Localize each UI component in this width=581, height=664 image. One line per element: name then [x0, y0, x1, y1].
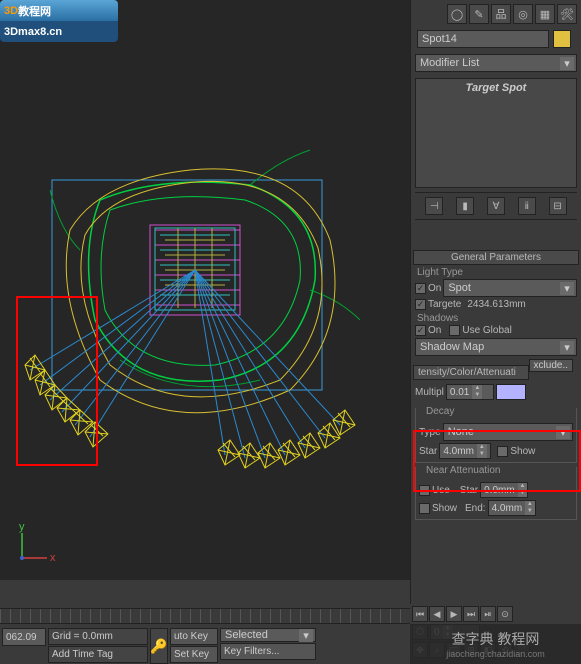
- selection-lock-icon[interactable]: 🔑: [150, 628, 168, 664]
- zoom-icon[interactable]: ⌕: [429, 642, 445, 658]
- multiplier-spinner[interactable]: 0.01▲▼: [446, 384, 494, 400]
- stack-toolbar: ⊣ ▮ ∀ ⅱ ⊟: [415, 192, 577, 220]
- zoom-all-icon[interactable]: ⊞: [463, 642, 479, 658]
- time-config-icon[interactable]: ⏱: [412, 624, 428, 640]
- play-icon[interactable]: ▶: [446, 606, 462, 622]
- orbit-icon[interactable]: ⟲: [497, 642, 513, 658]
- timeline[interactable]: [0, 608, 410, 624]
- light-color-swatch[interactable]: [496, 384, 526, 400]
- prev-frame-icon[interactable]: ◀: [429, 606, 445, 622]
- near-use-checkbox[interactable]: [419, 485, 430, 496]
- shadows-label: Shadows: [411, 311, 581, 324]
- decay-group-title: Decay: [423, 406, 457, 417]
- near-end-spinner[interactable]: 4.0mm▲▼: [488, 500, 536, 516]
- light-type-dropdown[interactable]: Spot: [443, 279, 577, 297]
- stack-item-target-spot[interactable]: Target Spot: [420, 81, 572, 95]
- tab-modify-icon[interactable]: ✎: [469, 4, 489, 24]
- make-unique-icon[interactable]: ∀: [487, 197, 505, 215]
- goto-end-icon[interactable]: ⏯: [480, 606, 496, 622]
- shadows-on-checkbox[interactable]: ✓: [415, 325, 426, 336]
- near-start-label: Star: [460, 485, 478, 496]
- viewport[interactable]: x y: [0, 0, 410, 580]
- watermark-logo: 3D教程网 3Dmax8.cn: [0, 0, 118, 42]
- near-start-spinner[interactable]: 0.0mm▲▼: [480, 482, 528, 498]
- show-end-result-icon[interactable]: ▮: [456, 197, 474, 215]
- decay-type-label: Type: [419, 427, 441, 438]
- highlight-box-viewport: [16, 296, 98, 466]
- targeted-checkbox[interactable]: ✓: [415, 299, 426, 310]
- viewport-drawing: x y: [0, 0, 410, 580]
- remove-modifier-icon[interactable]: ⅱ: [518, 197, 536, 215]
- decay-show-label: Show: [510, 446, 535, 457]
- object-color-swatch[interactable]: [553, 30, 571, 48]
- decay-start-spinner[interactable]: 4.0mm▲▼: [439, 443, 491, 459]
- multiplier-label: Multipl: [415, 387, 444, 398]
- key-selection-dropdown[interactable]: Selected: [220, 628, 316, 642]
- modifier-stack[interactable]: Target Spot: [415, 78, 577, 188]
- near-end-label: End:: [465, 503, 486, 514]
- add-time-tag-button[interactable]: Add Time Tag: [48, 646, 148, 663]
- near-atten-title: Near Attenuation: [423, 465, 504, 476]
- near-use-label: Use: [432, 485, 450, 496]
- near-show-checkbox[interactable]: [419, 503, 430, 514]
- command-panel: ◯ ✎ 品 ◎ ▦ 🛠 Spot14 Modifier List Target …: [410, 0, 581, 664]
- rollout-intensity[interactable]: tensity/Color/Attenuati: [413, 365, 529, 380]
- viewport-nav-controls: ✥ ⌕ ◫ ⊞ ◧ ⟲ ⛶: [410, 642, 581, 660]
- key-mode-icon[interactable]: ⊙: [497, 606, 513, 622]
- pan-icon[interactable]: ✥: [412, 642, 428, 658]
- set-key-button[interactable]: Set Key: [170, 646, 218, 663]
- fov-icon[interactable]: ◧: [480, 642, 496, 658]
- decay-start-label: Star: [419, 446, 437, 457]
- use-global-label: Use Global: [462, 325, 511, 336]
- auto-key-button[interactable]: uto Key: [170, 628, 218, 645]
- frame-field-row: ⏱ 0▲▼: [410, 622, 581, 642]
- grid-readout: Grid = 0.0mm: [48, 628, 148, 645]
- tab-motion-icon[interactable]: ◎: [513, 4, 533, 24]
- object-name-field[interactable]: Spot14: [417, 30, 549, 48]
- svg-text:y: y: [19, 521, 25, 533]
- zoom-extents-icon[interactable]: ◫: [446, 642, 462, 658]
- tab-utilities-icon[interactable]: 🛠: [557, 4, 577, 24]
- next-frame-icon[interactable]: ⏭: [463, 606, 479, 622]
- svg-text:x: x: [50, 552, 56, 564]
- target-distance-value: 2434.613mm: [467, 299, 525, 310]
- tab-create-icon[interactable]: ◯: [447, 4, 467, 24]
- targeted-label: Targete: [428, 299, 461, 310]
- tab-display-icon[interactable]: ▦: [535, 4, 555, 24]
- shadows-on-label: On: [428, 325, 441, 336]
- rollout-general-params[interactable]: General Parameters: [413, 250, 579, 265]
- light-on-checkbox[interactable]: ✓: [415, 283, 426, 294]
- maximize-viewport-icon[interactable]: ⛶: [514, 642, 530, 658]
- tab-hierarchy-icon[interactable]: 品: [491, 4, 511, 24]
- transport-controls: ⏮ ◀ ▶ ⏭ ⏯ ⊙: [410, 604, 581, 624]
- status-bar: 062.09 Grid = 0.0mm Add Time Tag 🔑 uto K…: [0, 626, 410, 664]
- modifier-list-dropdown[interactable]: Modifier List: [415, 54, 577, 72]
- current-frame-field[interactable]: 062.09: [2, 628, 46, 646]
- exclude-button[interactable]: xclude..: [529, 359, 573, 372]
- goto-frame-spinner[interactable]: 0▲▼: [430, 624, 480, 640]
- goto-start-icon[interactable]: ⏮: [412, 606, 428, 622]
- shadow-type-dropdown[interactable]: Shadow Map: [415, 338, 577, 356]
- key-filters-button[interactable]: Key Filters...: [220, 643, 316, 660]
- near-show-label: Show: [432, 503, 457, 514]
- light-type-label: Light Type: [411, 265, 581, 278]
- decay-type-dropdown[interactable]: None: [443, 423, 573, 441]
- light-on-label: On: [428, 283, 441, 294]
- pin-stack-icon[interactable]: ⊣: [425, 197, 443, 215]
- decay-show-checkbox[interactable]: [497, 446, 508, 457]
- configure-sets-icon[interactable]: ⊟: [549, 197, 567, 215]
- use-global-checkbox[interactable]: [449, 325, 460, 336]
